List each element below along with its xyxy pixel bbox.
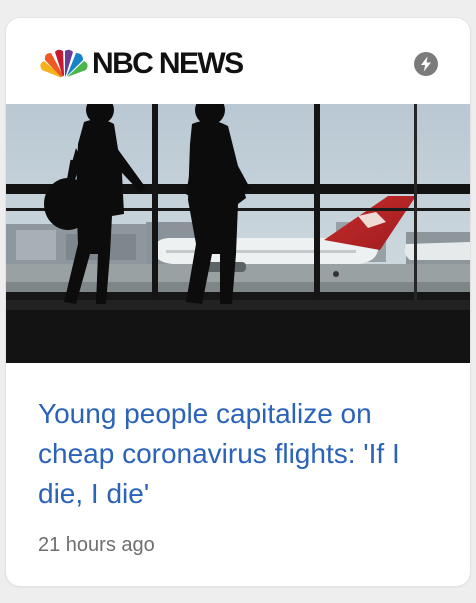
nbc-peacock-logo-icon bbox=[40, 49, 88, 79]
article-image[interactable] bbox=[6, 104, 470, 363]
card-header: NBC NEWS bbox=[6, 18, 470, 104]
amp-lightning-icon bbox=[414, 52, 438, 76]
article-headline-link[interactable]: Young people capitalize on cheap coronav… bbox=[38, 394, 448, 514]
airport-photo-icon bbox=[6, 104, 470, 363]
source-name: NBC NEWS bbox=[92, 47, 244, 80]
source-logo: NBC NEWS bbox=[38, 47, 244, 80]
news-card[interactable]: NBC NEWS Young people capitalize on chea… bbox=[6, 18, 470, 586]
article-timestamp: 21 hours ago bbox=[38, 534, 155, 556]
